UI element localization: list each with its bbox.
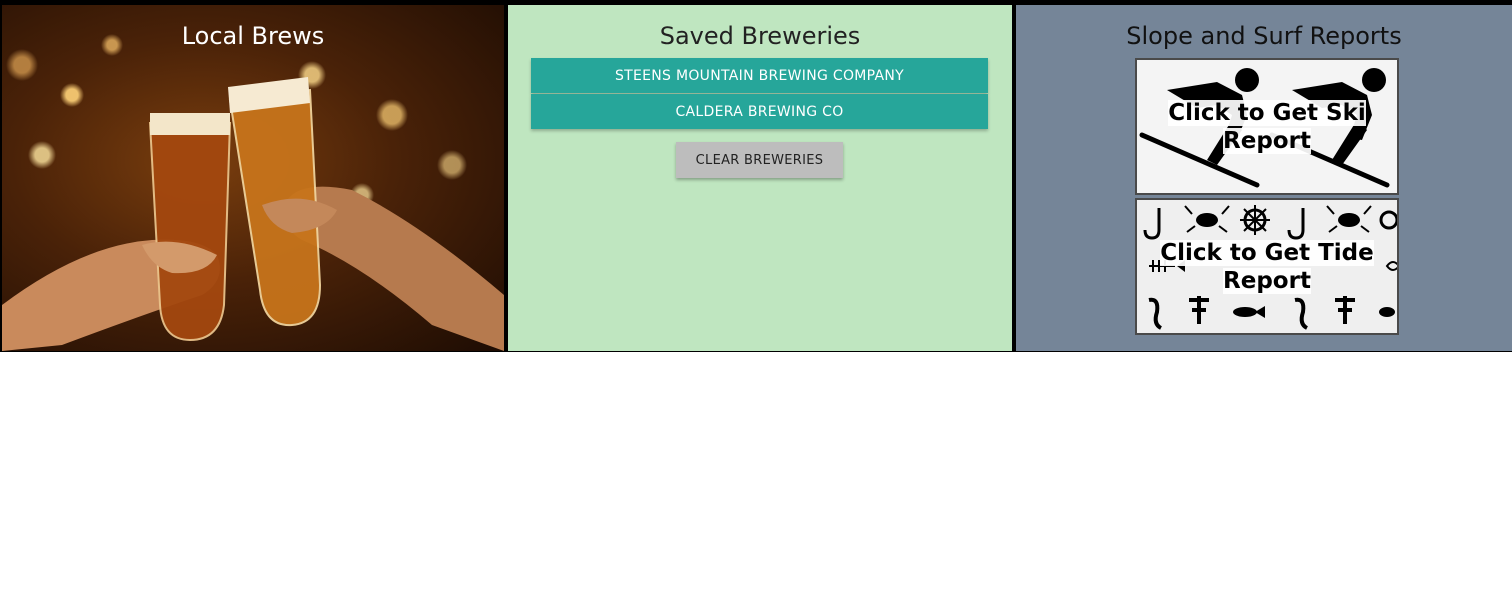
local-brews-panel: Local Brews <box>2 5 504 351</box>
clear-breweries-button[interactable]: CLEAR BREWERIES <box>676 142 843 178</box>
slope-surf-panel: Slope and Surf Reports Click to Get Ski … <box>1016 5 1512 351</box>
brewery-button-caldera[interactable]: CALDERA BREWING CO <box>531 94 988 129</box>
ski-report-card[interactable]: Click to Get Ski Report <box>1135 58 1399 195</box>
slope-surf-title: Slope and Surf Reports <box>1126 22 1402 50</box>
tide-report-label: Click to Get Tide Report <box>1160 239 1374 294</box>
local-brews-title: Local Brews <box>181 22 325 50</box>
ski-report-label: Click to Get Ski Report <box>1168 99 1366 154</box>
brewery-button-steens-mountain[interactable]: STEENS MOUNTAIN BREWING COMPANY <box>531 58 988 93</box>
saved-breweries-title: Saved Breweries <box>659 22 861 50</box>
beer-toast-image <box>2 77 504 351</box>
saved-breweries-panel: Saved Breweries STEENS MOUNTAIN BREWING … <box>508 5 1012 351</box>
tide-report-card[interactable]: Click to Get Tide Report <box>1135 198 1399 335</box>
top-panels: Local Brews Saved Breweries STEENS MOUNT… <box>0 0 1512 352</box>
